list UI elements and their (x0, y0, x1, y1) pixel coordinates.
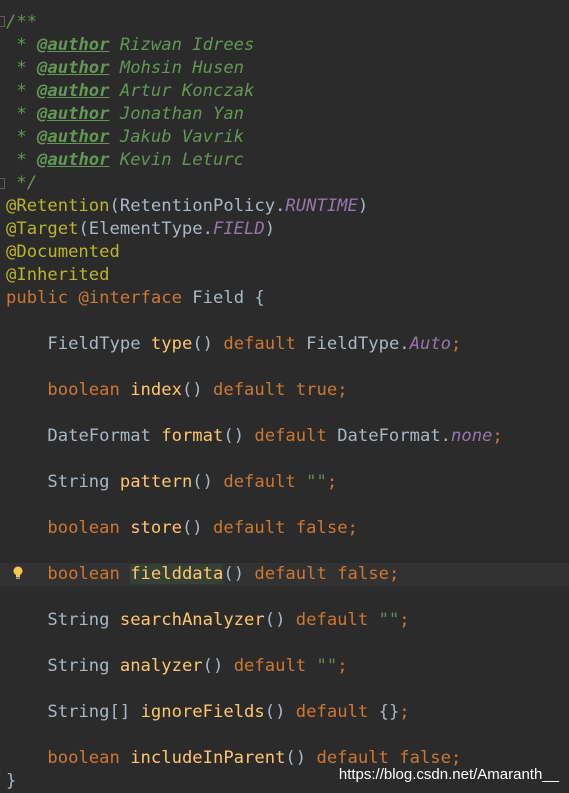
author-tag: @author (37, 127, 110, 147)
author-name: Rizwan Idrees (119, 35, 255, 55)
default-keyword: default (213, 518, 286, 538)
default-keyword: default (295, 702, 369, 722)
author-tag: @author (37, 35, 110, 55)
method-line-format: DateFormat format() default DateFormat.n… (47, 426, 503, 446)
target-annotation-line: @Target(ElementType.FIELD) (6, 219, 276, 239)
method-name: type (150, 334, 193, 354)
method-name-highlighted[interactable]: fielddata (130, 564, 224, 584)
author-name: Jakub Vavrik (119, 127, 245, 147)
return-type: String[] (47, 702, 131, 722)
default-keyword: default (223, 472, 296, 492)
close-brace: } (6, 771, 17, 791)
retention-annotation-line: @Retention(RetentionPolicy.RUNTIME) (6, 196, 369, 216)
doc-star: * (6, 35, 38, 55)
default-keyword: default (295, 610, 369, 630)
method-name: ignoreFields (140, 702, 265, 722)
default-literal: false (295, 518, 348, 538)
method-line-analyzer: String analyzer() default ""; (47, 656, 348, 676)
doc-author-line: * @author Jonathan Yan (6, 103, 244, 126)
doc-author-line: * @author Mohsin Husen (6, 57, 244, 80)
lightbulb-icon-svg (13, 566, 23, 579)
doc-author-line: * @author Rizwan Idrees (6, 34, 254, 57)
retention-policy-ref: RetentionPolicy. (119, 196, 286, 216)
default-keyword: default (213, 380, 286, 400)
watermark-text: https://blog.csdn.net/Amaranth__ (338, 766, 559, 783)
retention-annotation: @Retention (6, 196, 110, 216)
return-type: boolean (47, 380, 120, 400)
author-name: Mohsin Husen (119, 58, 245, 78)
doc-star: * (6, 104, 38, 124)
interface-name: Field (192, 288, 245, 308)
default-literal: true (295, 380, 338, 400)
doc-star: * (6, 58, 38, 78)
element-type-ref: ElementType. (88, 219, 213, 239)
default-keyword: default (233, 656, 307, 676)
doc-open: /** (6, 12, 38, 32)
return-type: boolean (47, 518, 120, 538)
default-ref: FieldType. (306, 334, 410, 354)
public-keyword: public (6, 288, 69, 308)
method-name: pattern (119, 472, 193, 492)
return-type: boolean (47, 748, 120, 768)
doc-star: * (6, 81, 38, 101)
method-line-fielddata: boolean fielddata() default false; (47, 564, 400, 584)
return-type: String (47, 472, 110, 492)
default-keyword: default (254, 564, 327, 584)
inherited-annotation: @Inherited (6, 265, 110, 285)
default-keyword: default (316, 748, 389, 768)
return-type: boolean (47, 564, 120, 584)
return-type: String (47, 656, 110, 676)
retention-constant: RUNTIME (285, 196, 358, 216)
method-name: index (130, 380, 182, 400)
default-value: {} (378, 702, 400, 722)
doc-author-line: * @author Kevin Leturc (6, 149, 244, 172)
doc-close: */ (6, 173, 38, 193)
method-name: store (130, 518, 182, 538)
target-annotation: @Target (6, 219, 79, 239)
doc-star: * (6, 150, 38, 170)
documented-annotation: @Documented (6, 242, 120, 262)
author-name: Kevin Leturc (119, 150, 245, 170)
doc-star: * (6, 127, 38, 147)
doc-author-line: * @author Artur Konczak (6, 80, 254, 103)
author-tag: @author (37, 104, 110, 124)
method-line-pattern: String pattern() default ""; (47, 472, 338, 492)
target-constant: FIELD (212, 219, 265, 239)
author-tag: @author (37, 150, 110, 170)
open-brace: { (254, 288, 265, 308)
default-ref: DateFormat. (337, 426, 452, 446)
method-line-index: boolean index() default true; (47, 380, 348, 400)
default-string: "" (316, 656, 338, 676)
fold-marker-icon[interactable] (0, 178, 5, 189)
method-name: format (161, 426, 224, 446)
default-keyword: default (254, 426, 327, 446)
author-name: Jonathan Yan (119, 104, 245, 124)
method-name: analyzer (119, 656, 203, 676)
author-name: Artur Konczak (119, 81, 255, 101)
default-string: "" (306, 472, 327, 492)
code-editor[interactable]: /** * @author Rizwan Idrees * @author Mo… (0, 0, 569, 793)
default-literal: false (399, 748, 452, 768)
method-name: searchAnalyzer (119, 610, 265, 630)
interface-keyword: @interface (78, 288, 182, 308)
default-constant: Auto (409, 334, 452, 354)
interface-declaration: public @interface Field { (6, 287, 265, 310)
default-string: "" (378, 610, 400, 630)
author-tag: @author (37, 58, 110, 78)
fold-marker-icon[interactable] (0, 16, 5, 27)
default-constant: none (451, 426, 493, 446)
method-name: includeInParent (130, 748, 286, 768)
return-type: FieldType (47, 334, 141, 354)
default-literal: false (337, 564, 389, 584)
method-line-store: boolean store() default false; (47, 518, 358, 538)
return-type: DateFormat (47, 426, 151, 446)
lightbulb-icon[interactable] (12, 565, 24, 586)
return-type: String (47, 610, 110, 630)
method-line-type: FieldType type() default FieldType.Auto; (47, 334, 462, 354)
doc-author-line: * @author Jakub Vavrik (6, 126, 244, 149)
default-keyword: default (223, 334, 296, 354)
author-tag: @author (37, 81, 110, 101)
method-line-ignore-fields: String[] ignoreFields() default {}; (47, 702, 410, 722)
method-line-search-analyzer: String searchAnalyzer() default ""; (47, 610, 410, 630)
